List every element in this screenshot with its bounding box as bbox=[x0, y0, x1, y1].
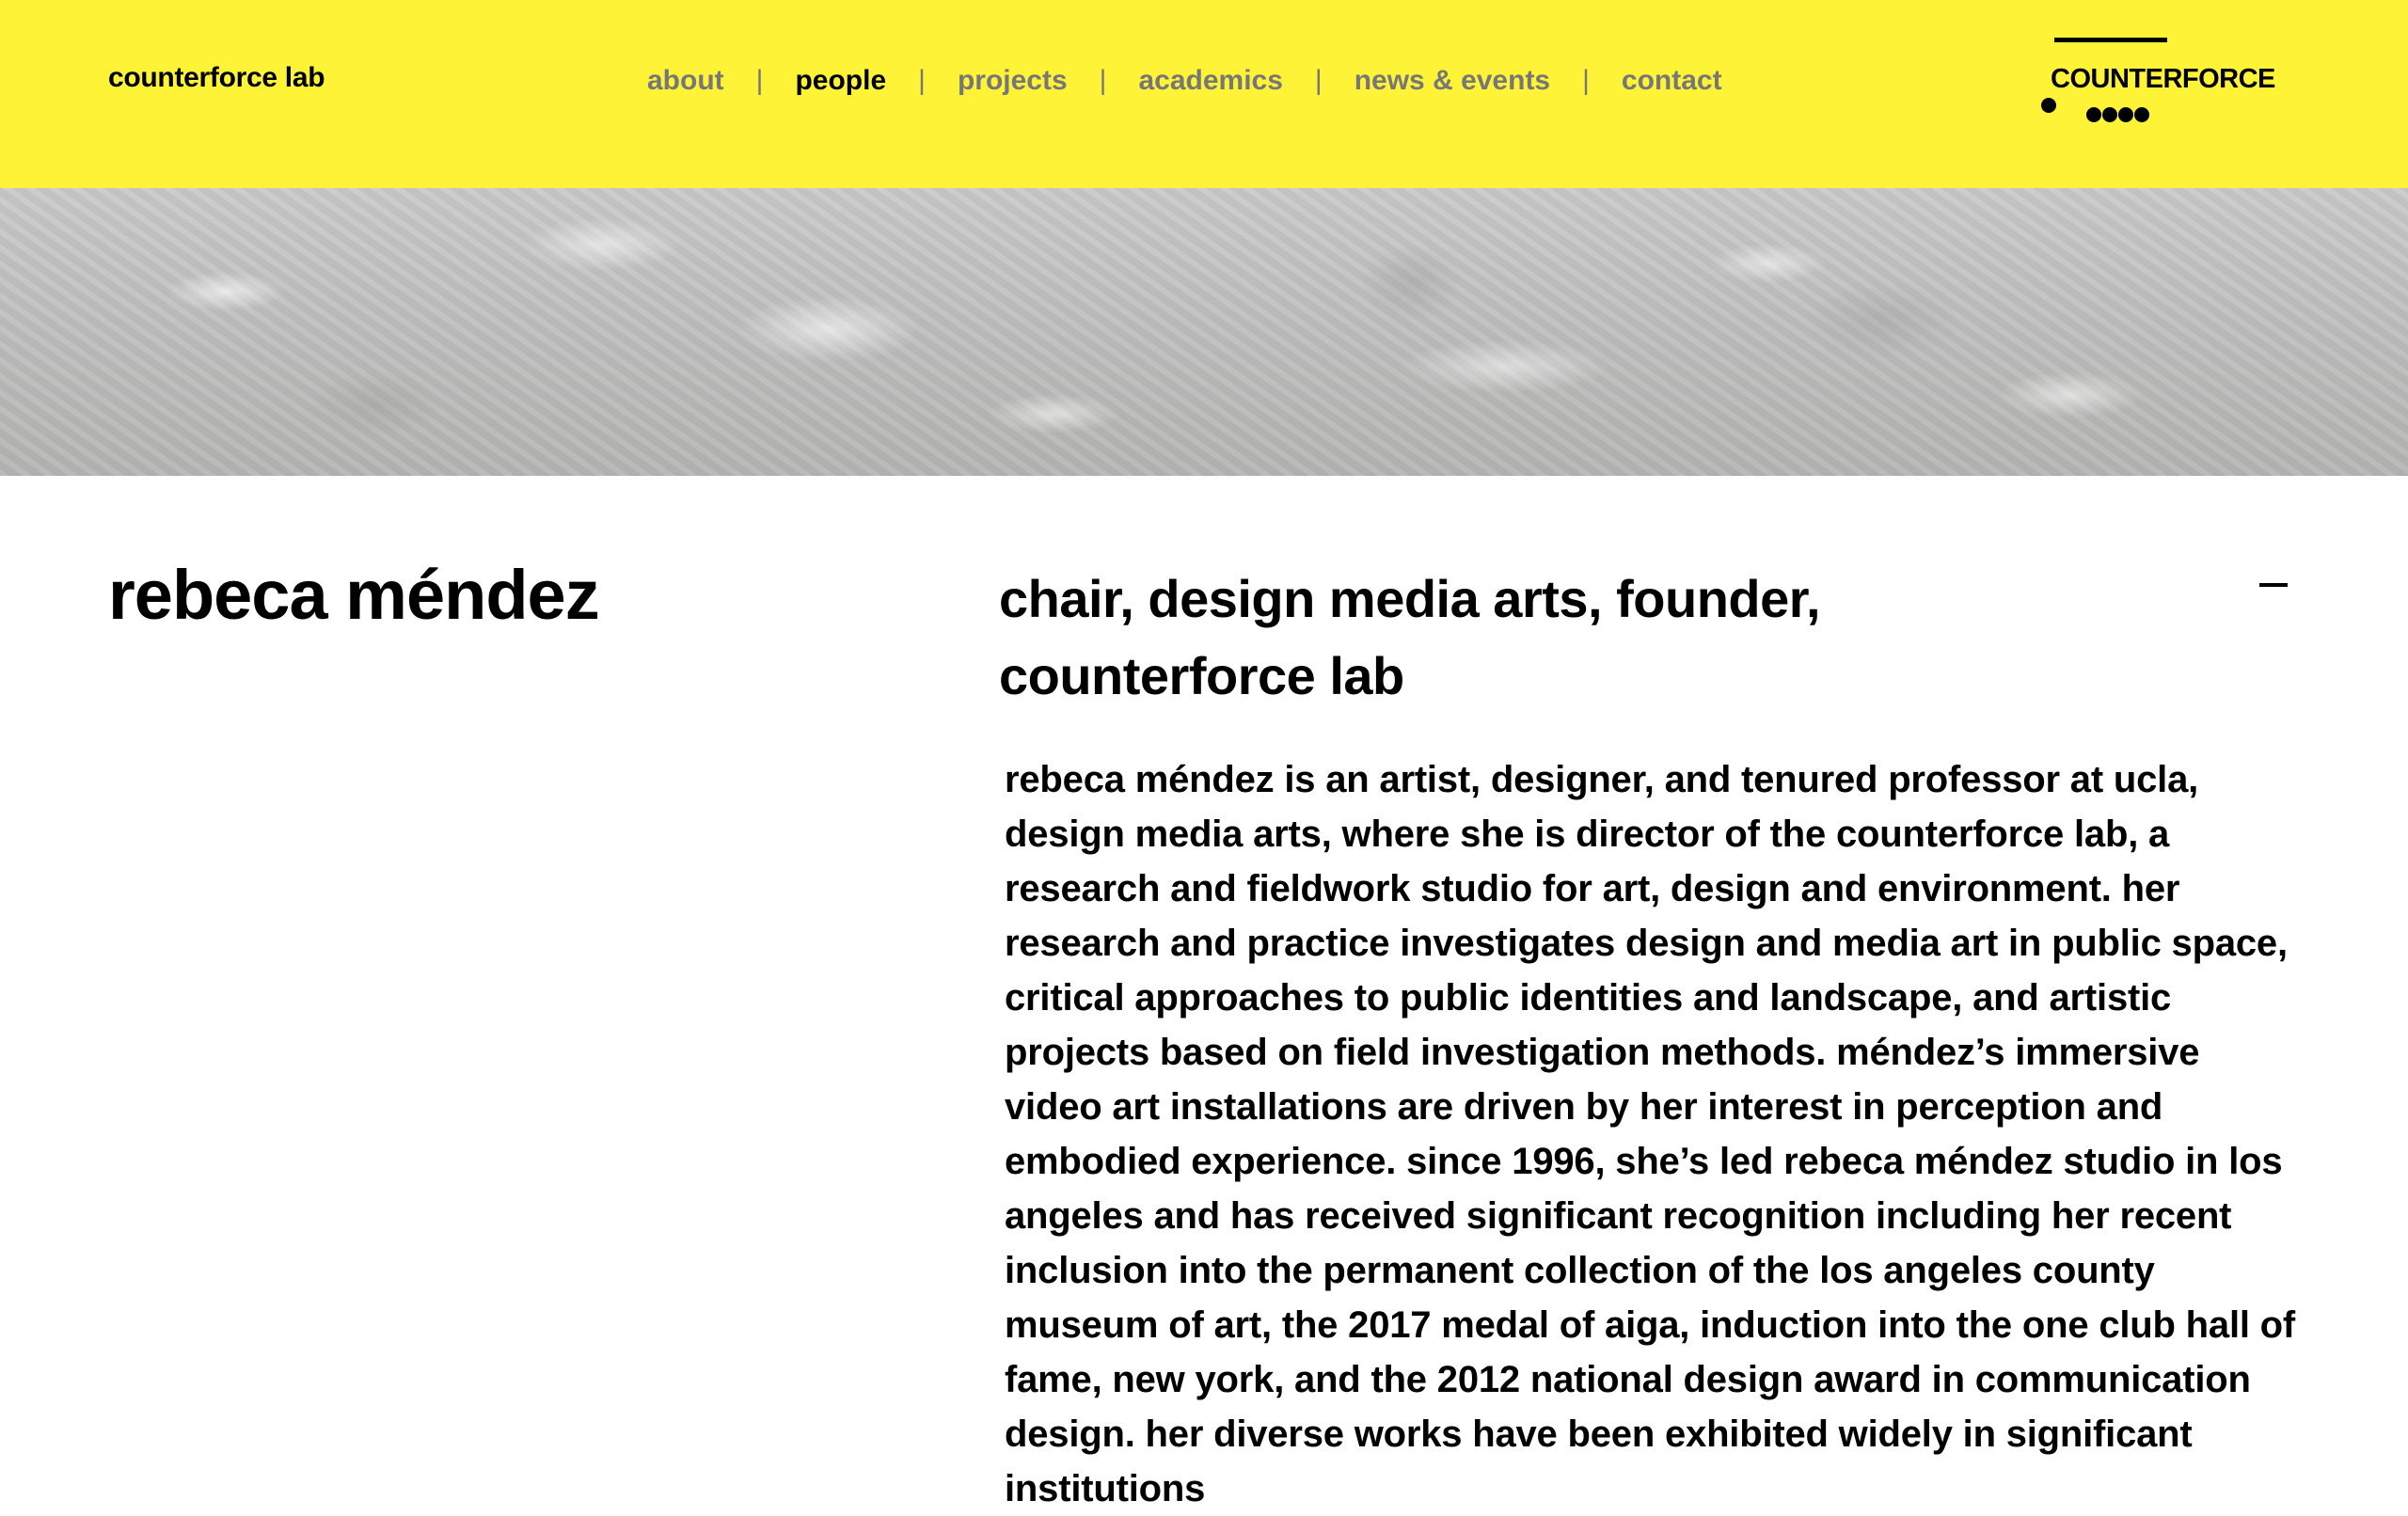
nav-item-people[interactable]: people bbox=[795, 65, 886, 97]
site-header: counterforce lab about | people | projec… bbox=[0, 0, 2408, 188]
person-name: rebeca méndez bbox=[108, 556, 600, 634]
logo-dot bbox=[2118, 107, 2133, 122]
nav-separator: | bbox=[1099, 65, 1107, 96]
nav-separator: | bbox=[918, 65, 926, 96]
bio-text: rebeca méndez is an artist, designer, an… bbox=[1005, 759, 2296, 1509]
logo-bar bbox=[2054, 38, 2167, 42]
nav-item-projects[interactable]: projects bbox=[958, 65, 1068, 97]
nav-item-academics[interactable]: academics bbox=[1138, 65, 1282, 97]
main-nav: about | people | projects | academics | … bbox=[647, 62, 1722, 100]
logo-dot bbox=[2134, 107, 2149, 122]
minus-icon[interactable] bbox=[2259, 570, 2289, 600]
site-name-link[interactable]: counterforce lab bbox=[108, 62, 325, 94]
nav-item-about[interactable]: about bbox=[647, 65, 724, 97]
nav-item-news-events[interactable]: news & events bbox=[1354, 65, 1550, 97]
nav-separator: | bbox=[1582, 65, 1590, 96]
nav-item-contact[interactable]: contact bbox=[1622, 65, 1722, 97]
counterforce-logo[interactable]: COUNTERFORCE bbox=[2032, 34, 2295, 137]
logo-dot bbox=[2041, 98, 2056, 113]
logo-dot bbox=[2086, 107, 2101, 122]
nav-separator: | bbox=[755, 65, 764, 96]
logo-text: COUNTERFORCE bbox=[2051, 64, 2275, 94]
hero-snow-image bbox=[0, 188, 2408, 476]
role-title: chair, design media arts, founder, count… bbox=[999, 569, 1821, 705]
nav-separator: | bbox=[1314, 65, 1323, 96]
minus-bar bbox=[2259, 583, 2288, 587]
logo-dot bbox=[2102, 107, 2117, 122]
